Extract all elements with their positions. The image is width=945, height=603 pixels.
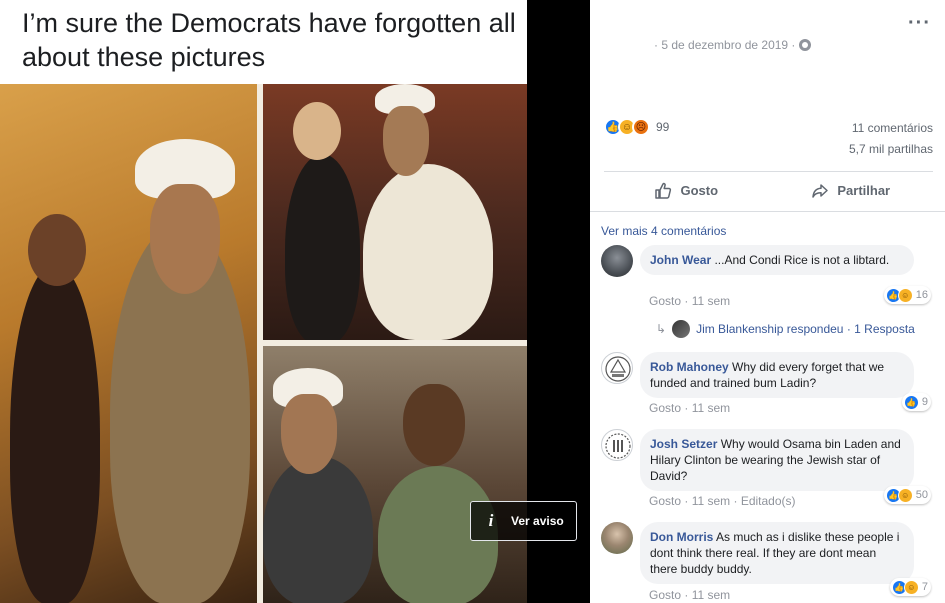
post-action-bar: Gosto Partilhar <box>604 171 933 209</box>
comment-count[interactable]: 11 comentários <box>852 121 933 135</box>
comment-reaction-count: 7 <box>921 581 928 593</box>
comment-meta: Gosto · 11 sem <box>649 401 731 415</box>
comment-meta: Gosto · 11 sem <box>649 588 731 602</box>
media-viewer: I’m sure the Democrats have forgotten al… <box>0 0 590 603</box>
comment-time[interactable]: 11 sem <box>692 588 730 602</box>
like-reaction-icon: 👍 <box>903 394 919 410</box>
avatar[interactable] <box>601 245 633 277</box>
person-head <box>281 394 337 474</box>
haha-reaction-icon: ☺ <box>903 579 919 595</box>
comment-bubble: Rob Mahoney Why did every forget that we… <box>640 352 914 398</box>
view-warning-button[interactable]: i Ver aviso <box>470 501 577 541</box>
comment-like-link[interactable]: Gosto <box>649 588 681 602</box>
post-date[interactable]: · 5 de dezembro de 2019 · <box>654 38 795 52</box>
person-figure <box>285 154 360 340</box>
meme-image[interactable]: I’m sure the Democrats have forgotten al… <box>0 0 527 603</box>
reactions-summary: 👍 ☺ ☹ 99 11 comentários 5,7 mil partilha… <box>604 118 933 162</box>
person-head <box>383 106 429 176</box>
person-head <box>28 214 86 286</box>
share-arrow-icon <box>812 183 829 198</box>
comment-like-link[interactable]: Gosto <box>649 294 681 308</box>
person-figure <box>363 164 493 340</box>
comment-like-link[interactable]: Gosto <box>649 401 681 415</box>
avatar[interactable] <box>601 352 633 384</box>
like-button[interactable]: Gosto <box>604 172 769 209</box>
meme-caption: I’m sure the Democrats have forgotten al… <box>22 8 516 72</box>
haha-reaction-icon: ☺ <box>897 487 913 503</box>
comment-reactions[interactable]: 👍 ☺ 7 <box>889 578 931 596</box>
avatar <box>672 320 691 338</box>
person-head <box>150 184 220 294</box>
comment-reactions[interactable]: 👍 9 <box>901 393 931 411</box>
globe-icon[interactable] <box>799 39 812 51</box>
person-figure <box>10 264 100 603</box>
comment-bubble: John Wear ...And Condi Rice is not a lib… <box>640 245 914 275</box>
replies-link[interactable]: ↳ Jim Blankenship respondeu · 1 Resposta <box>656 320 915 338</box>
person-figure <box>263 456 373 603</box>
reply-arrow-icon: ↳ <box>656 322 667 336</box>
share-count[interactable]: 5,7 mil partilhas <box>849 142 933 156</box>
comment-time[interactable]: 11 sem · Editado(s) <box>692 494 796 508</box>
comment-time[interactable]: 11 sem <box>692 401 730 415</box>
haha-reaction-icon: ☺ <box>897 287 913 303</box>
post-meta: · 5 de dezembro de 2019 · <box>654 38 812 52</box>
comment-meta: Gosto · 11 sem · Editado(s) <box>649 494 796 508</box>
seal-logo-icon <box>605 356 631 382</box>
comment-reactions[interactable]: 👍 ☺ 50 <box>883 486 931 504</box>
comment-bubble: Josh Setzer Why would Osama bin Laden an… <box>640 429 914 491</box>
angry-reaction-icon: ☹ <box>632 118 650 136</box>
comment-bubble: Don Morris As much as i dislike these pe… <box>640 522 914 584</box>
collage-photo-left <box>0 84 257 603</box>
info-icon: i <box>488 511 494 530</box>
meme-photo-collage <box>0 84 527 603</box>
comment-reaction-count: 9 <box>921 396 928 408</box>
comment-author[interactable]: Don Morris <box>650 530 713 544</box>
post-side-panel: ··· · 5 de dezembro de 2019 · 👍 ☺ ☹ 99 1… <box>590 0 945 603</box>
replies-text: Jim Blankenship respondeu · 1 Resposta <box>696 322 915 336</box>
comment-text: ...And Condi Rice is not a libtard. <box>714 253 890 267</box>
comment-meta: Gosto · 11 sem <box>649 294 731 308</box>
comment-author[interactable]: John Wear <box>650 253 711 267</box>
share-button[interactable]: Partilhar <box>769 172 934 209</box>
avatar[interactable] <box>601 522 633 554</box>
comment-author[interactable]: Josh Setzer <box>650 437 717 451</box>
avatar[interactable] <box>601 429 633 461</box>
person-head <box>293 102 341 160</box>
more-options-icon[interactable]: ··· <box>908 12 931 35</box>
share-button-label: Partilhar <box>837 183 891 198</box>
seal-logo-icon <box>605 433 631 459</box>
person-head <box>403 384 465 466</box>
reaction-count[interactable]: 99 <box>656 120 669 134</box>
thumbs-up-icon <box>655 182 672 199</box>
view-warning-label: Ver aviso <box>511 514 564 528</box>
collage-photo-top-right <box>263 84 527 340</box>
like-button-label: Gosto <box>680 183 719 198</box>
comment-reaction-count: 16 <box>915 289 928 301</box>
view-more-comments-link[interactable]: Ver mais 4 comentários <box>601 224 726 238</box>
comment-time[interactable]: 11 sem <box>692 294 730 308</box>
comment-author[interactable]: Rob Mahoney <box>650 360 729 374</box>
comment-reactions[interactable]: 👍 ☺ 16 <box>883 286 931 304</box>
divider <box>590 211 945 212</box>
collage-photo-bottom-right <box>263 346 527 603</box>
comment-reaction-count: 50 <box>915 489 928 501</box>
comment-like-link[interactable]: Gosto <box>649 494 681 508</box>
